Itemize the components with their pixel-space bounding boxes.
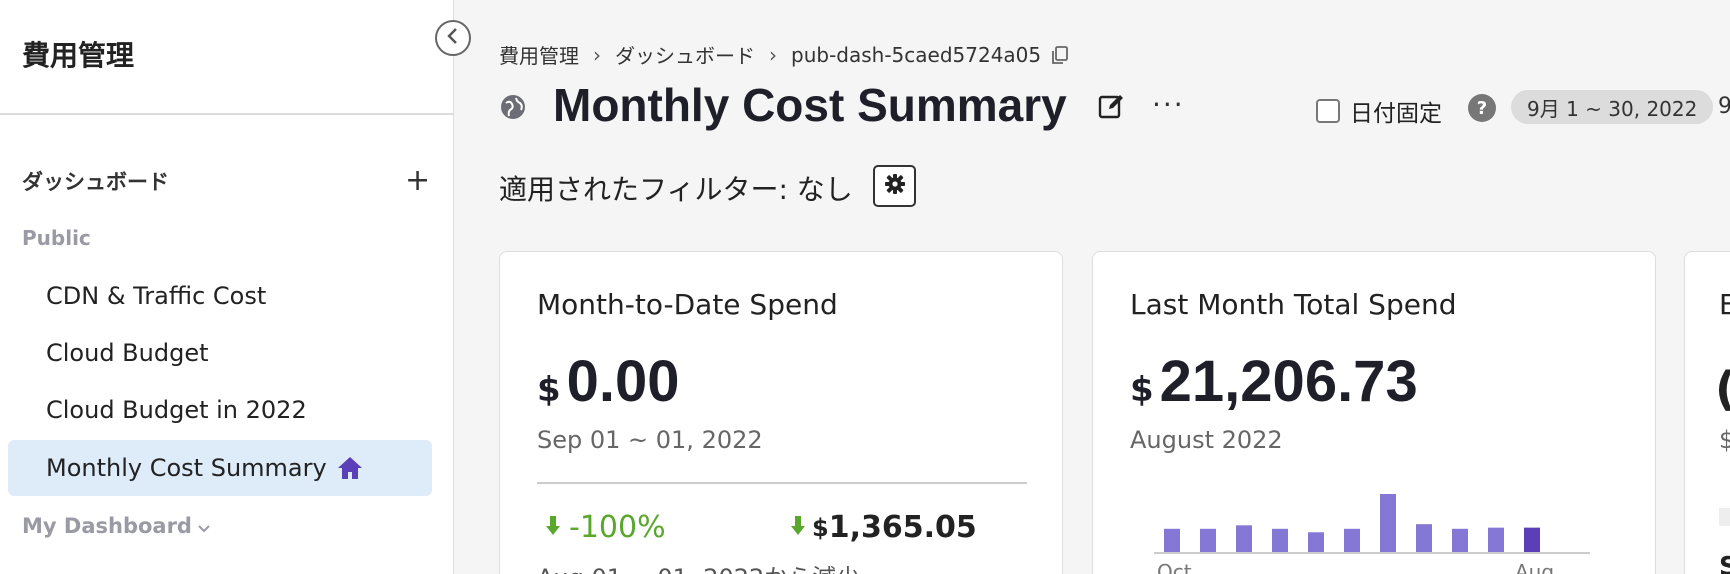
axis-label-end: Aug bbox=[1515, 560, 1555, 574]
card-value: ( bbox=[1715, 362, 1730, 416]
sidebar-header: 費用管理 bbox=[0, 0, 454, 115]
chart-bar-nov[interactable] bbox=[1200, 528, 1216, 552]
spend-amount: 0.00 bbox=[566, 349, 680, 414]
chart-bar-apr[interactable] bbox=[1380, 494, 1396, 552]
last-month-card: Last Month Total Spend $ 21,206.73 Augus… bbox=[1092, 251, 1656, 574]
arrow-down-icon bbox=[545, 515, 561, 541]
arrow-down-icon bbox=[790, 515, 806, 541]
chart-bar-feb[interactable] bbox=[1308, 532, 1324, 552]
fix-date-checkbox[interactable] bbox=[1316, 99, 1340, 123]
chart-bar-dec[interactable] bbox=[1236, 525, 1252, 552]
chevron-left-icon bbox=[446, 27, 460, 49]
sidebar-item-label: CDN & Traffic Cost bbox=[46, 282, 267, 310]
applied-filters-label: 適用されたフィルター: なし bbox=[499, 173, 853, 206]
breadcrumb-item-cost-management[interactable]: 費用管理 bbox=[499, 40, 579, 69]
help-icon[interactable]: ? bbox=[1468, 94, 1496, 122]
fix-date-toggle[interactable]: 日付固定 bbox=[1316, 94, 1442, 128]
sidebar-item-cdn-traffic-cost[interactable]: CDN & Traffic Cost bbox=[8, 268, 432, 324]
spend-amount: 21,206.73 bbox=[1159, 349, 1418, 414]
sidebar-item-cloud-budget[interactable]: Cloud Budget bbox=[8, 325, 432, 381]
add-dashboard-button[interactable]: + bbox=[405, 166, 430, 196]
chart-bar-may[interactable] bbox=[1416, 524, 1432, 552]
chart-bar-aug[interactable] bbox=[1524, 527, 1540, 552]
card-sub: $ bbox=[1719, 426, 1730, 454]
month-to-date-card: Month-to-Date Spend $ 0.00 Sep 01 ~ 01, … bbox=[499, 251, 1063, 574]
chevron-right-icon: › bbox=[769, 42, 777, 67]
divider bbox=[537, 482, 1027, 484]
progress-bar bbox=[1719, 508, 1730, 526]
collapse-sidebar-button[interactable] bbox=[435, 20, 471, 56]
copy-icon[interactable] bbox=[1049, 44, 1071, 66]
breadcrumb-item-dashboard-id: pub-dash-5caed5724a05 bbox=[791, 42, 1042, 67]
axis-label-start: Oct bbox=[1157, 560, 1192, 574]
group-my-dashboard[interactable]: My Dashboard bbox=[22, 514, 210, 538]
currency-symbol: $ bbox=[812, 513, 829, 542]
chevron-down-icon bbox=[198, 514, 210, 538]
sidebar-item-label: Monthly Cost Summary bbox=[46, 454, 327, 482]
chart-bar-mar[interactable] bbox=[1344, 528, 1360, 552]
card-bottom-value: S bbox=[1719, 552, 1730, 574]
sidebar: 費用管理 ダッシュボード + Public CDN & Traffic Cost… bbox=[0, 0, 454, 574]
sidebar-item-cloud-budget-2022[interactable]: Cloud Budget in 2022 bbox=[8, 382, 432, 438]
fix-date-label: 日付固定 bbox=[1350, 101, 1442, 127]
monthly-spend-bar-chart bbox=[1154, 494, 1590, 554]
change-amount: $ 1,365.05 bbox=[790, 510, 977, 545]
card-period: Sep 01 ~ 01, 2022 bbox=[537, 426, 763, 454]
edit-icon[interactable] bbox=[1097, 92, 1125, 124]
sidebar-item-monthly-cost-summary[interactable]: Monthly Cost Summary bbox=[8, 440, 432, 496]
dashboard-section-label: ダッシュボード bbox=[22, 170, 169, 194]
globe-icon bbox=[500, 94, 526, 124]
card-value: $ 21,206.73 bbox=[1130, 348, 1418, 415]
filter-settings-button[interactable] bbox=[873, 165, 916, 207]
chart-bar-jun[interactable] bbox=[1452, 528, 1468, 552]
card-title: E bbox=[1719, 288, 1730, 321]
date-range-secondary: 9 bbox=[1718, 94, 1730, 119]
home-icon bbox=[337, 456, 363, 480]
chart-bar-jul[interactable] bbox=[1488, 527, 1504, 552]
group-public-label: Public bbox=[22, 226, 91, 250]
chart-bar-jan[interactable] bbox=[1272, 528, 1288, 552]
card-period: August 2022 bbox=[1130, 426, 1283, 454]
change-percent-value: -100% bbox=[569, 510, 666, 545]
card-value: $ 0.00 bbox=[537, 348, 680, 415]
change-amount-value: 1,365.05 bbox=[828, 510, 977, 545]
third-card: E ( $ S bbox=[1684, 251, 1730, 574]
breadcrumb-item-dashboard[interactable]: ダッシュボード bbox=[615, 40, 755, 69]
sidebar-title: 費用管理 bbox=[22, 39, 135, 72]
currency-symbol: $ bbox=[1130, 370, 1154, 410]
breadcrumb: 費用管理 › ダッシュボード › pub-dash-5caed5724a05 bbox=[499, 40, 1071, 69]
card-title: Month-to-Date Spend bbox=[537, 288, 838, 321]
card-title: Last Month Total Spend bbox=[1130, 288, 1457, 321]
sidebar-item-label: Cloud Budget bbox=[46, 339, 209, 367]
date-range-badge[interactable]: 9月 1 ~ 30, 2022 bbox=[1511, 90, 1714, 124]
currency-symbol: $ bbox=[537, 370, 561, 410]
chevron-right-icon: › bbox=[593, 42, 601, 67]
group-my-dashboard-label: My Dashboard bbox=[22, 514, 192, 538]
chart-bar-oct[interactable] bbox=[1164, 528, 1180, 552]
page-title: Monthly Cost Summary bbox=[553, 79, 1067, 131]
sidebar-item-label: Cloud Budget in 2022 bbox=[46, 396, 307, 424]
gear-icon bbox=[884, 173, 906, 199]
change-percent: -100% bbox=[545, 510, 666, 545]
more-options-button[interactable]: ··· bbox=[1152, 88, 1185, 121]
change-note: Aug 01 ~ 01, 2022から減少 bbox=[537, 558, 860, 574]
